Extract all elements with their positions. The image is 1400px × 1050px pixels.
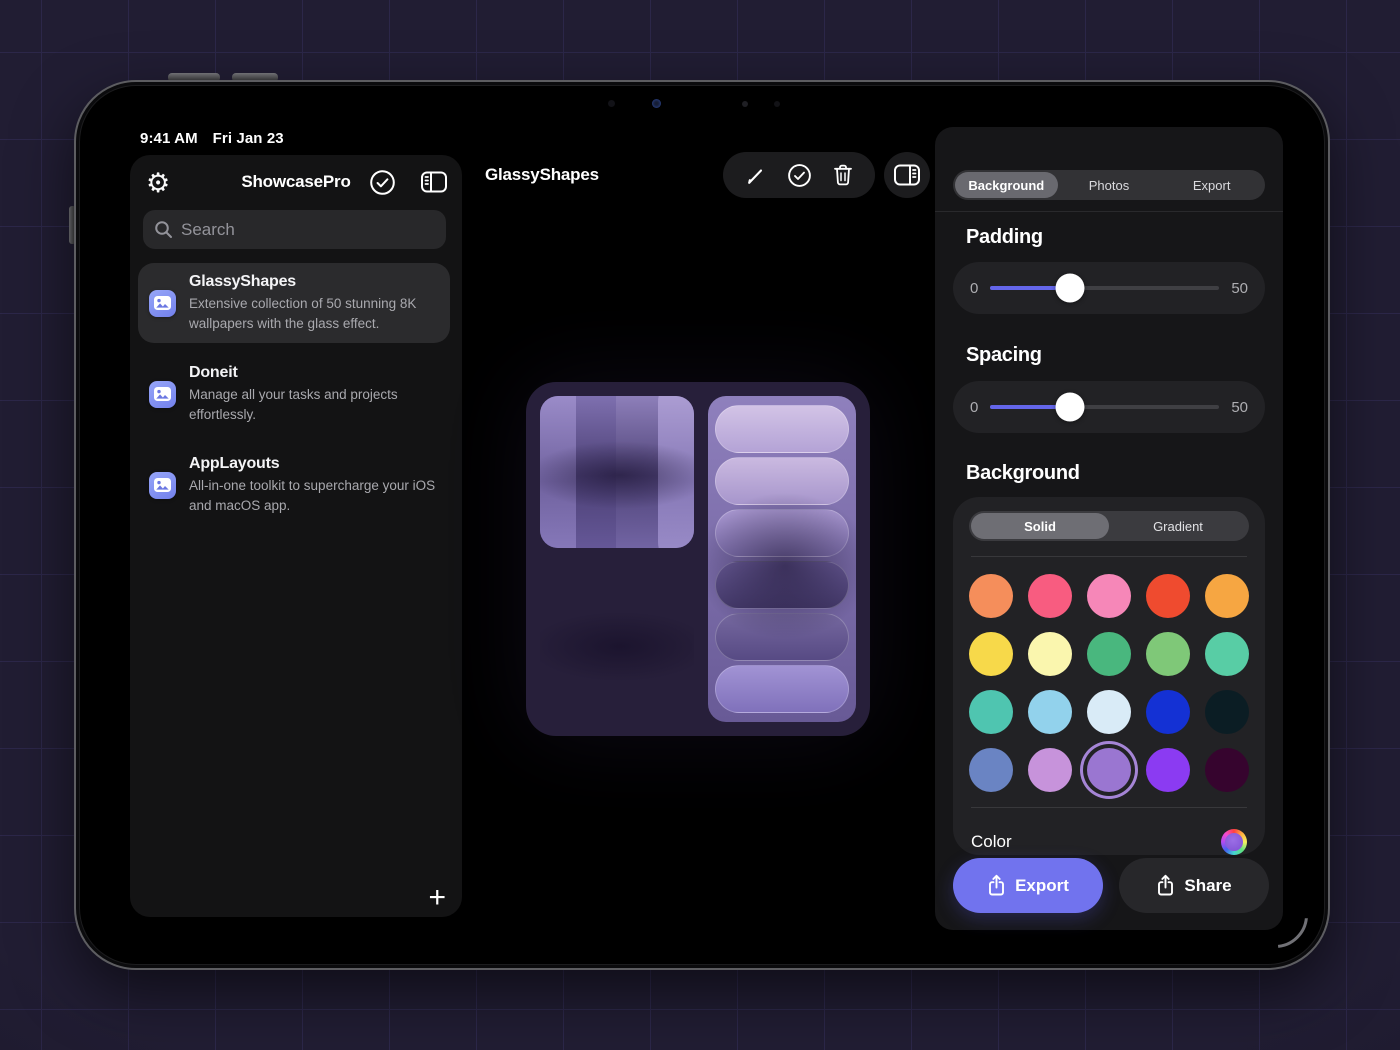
share-icon (987, 874, 1006, 897)
slider-min-label: 0 (970, 399, 978, 416)
edit-pencil-icon[interactable] (744, 164, 766, 186)
spacing-heading: Spacing (966, 344, 1042, 367)
color-swatch[interactable] (1087, 748, 1131, 792)
list-item-text: AppLayouts All-in-one toolkit to superch… (189, 455, 439, 515)
share-button-label: Share (1184, 876, 1231, 896)
preview-tile-top-left (540, 396, 694, 548)
add-item-button[interactable]: + (428, 883, 446, 913)
sidebar-toggle-icon[interactable] (420, 170, 448, 194)
fill-mode-segmented-control: Solid Gradient (969, 511, 1249, 541)
sidebar-right-icon (893, 163, 921, 187)
color-swatch[interactable] (1028, 690, 1072, 734)
tab-background[interactable]: Background (955, 172, 1058, 198)
app-title: ShowcasePro (130, 172, 462, 192)
preview-tile-bottom-left (540, 565, 694, 722)
export-button-label: Export (1015, 876, 1069, 896)
inspector-tabs: Background Photos Export (953, 170, 1265, 200)
color-swatch[interactable] (969, 748, 1013, 792)
spacing-slider-thumb[interactable] (1056, 393, 1085, 422)
list-item-text: Doneit Manage all your tasks and project… (189, 364, 439, 424)
color-swatch[interactable] (1146, 748, 1190, 792)
custom-color-row: Color (969, 829, 1249, 855)
search-icon (154, 220, 173, 239)
mode-gradient[interactable]: Gradient (1109, 513, 1247, 539)
divider (971, 807, 1247, 808)
sidebar-header: ⚙ ShowcasePro (130, 155, 462, 211)
check-circle-icon[interactable] (787, 163, 812, 188)
slider-max-label: 50 (1231, 280, 1248, 297)
app-image-icon (149, 472, 176, 499)
list-item-glassyshapes[interactable]: GlassyShapes Extensive collection of 50 … (138, 263, 450, 343)
list-item-title: Doneit (189, 364, 439, 382)
color-swatch[interactable] (1087, 574, 1131, 618)
status-bar-left: 9:41 AM Fri Jan 23 (140, 130, 284, 147)
color-swatch[interactable] (1205, 748, 1249, 792)
padding-slider-thumb[interactable] (1056, 274, 1085, 303)
app-image-icon (149, 290, 176, 317)
color-swatch[interactable] (969, 632, 1013, 676)
clock: 9:41 AM (140, 130, 198, 147)
list-item-title: GlassyShapes (189, 273, 439, 291)
divider (935, 211, 1283, 212)
color-swatch[interactable] (1087, 690, 1131, 734)
color-label: Color (971, 832, 1012, 852)
color-swatch[interactable] (969, 574, 1013, 618)
list-item-text: GlassyShapes Extensive collection of 50 … (189, 273, 439, 333)
inspector-panel: Background Photos Export Padding 0 50 Sp… (935, 127, 1283, 930)
color-swatch[interactable] (1146, 574, 1190, 618)
list-item-description: All-in-one toolkit to supercharge your i… (189, 476, 439, 515)
content-toolbar (723, 152, 875, 198)
tab-photos[interactable]: Photos (1058, 172, 1161, 198)
share-icon (1156, 874, 1175, 897)
spacing-slider-card: 0 50 (953, 381, 1265, 433)
share-button[interactable]: Share (1119, 858, 1269, 913)
sidebar: ⚙ ShowcasePro Search (130, 155, 462, 917)
color-swatch[interactable] (1205, 632, 1249, 676)
page-title: GlassyShapes (485, 165, 599, 185)
padding-slider-card: 0 50 (953, 262, 1265, 314)
inspector-toggle-button[interactable] (884, 152, 930, 198)
export-button[interactable]: Export (953, 858, 1103, 913)
color-swatch[interactable] (1028, 748, 1072, 792)
search-placeholder: Search (181, 220, 235, 240)
camera-sensor-icon (608, 100, 615, 107)
color-swatch[interactable] (1028, 574, 1072, 618)
color-swatch[interactable] (1146, 690, 1190, 734)
color-swatch[interactable] (1087, 632, 1131, 676)
wallpaper-preview[interactable] (526, 382, 870, 736)
list-item-doneit[interactable]: Doneit Manage all your tasks and project… (138, 354, 450, 434)
desk-background: 9:41 AM Fri Jan 23 100% ⚙ ShowcasePro (0, 0, 1400, 1050)
slider-min-label: 0 (970, 280, 978, 297)
slider-max-label: 50 (1231, 399, 1248, 416)
list-item-description: Extensive collection of 50 stunning 8K w… (189, 294, 439, 333)
app-image-icon (149, 381, 176, 408)
search-input[interactable]: Search (143, 210, 446, 249)
app-list: GlassyShapes Extensive collection of 50 … (138, 263, 450, 525)
color-swatch-grid (969, 574, 1249, 792)
list-item-applayouts[interactable]: AppLayouts All-in-one toolkit to superch… (138, 445, 450, 525)
divider (971, 556, 1247, 557)
camera-sensor-icon (742, 101, 748, 107)
color-swatch[interactable] (969, 690, 1013, 734)
list-item-description: Manage all your tasks and projects effor… (189, 385, 439, 424)
padding-slider[interactable] (990, 286, 1219, 290)
mode-solid[interactable]: Solid (971, 513, 1109, 539)
padding-heading: Padding (966, 226, 1043, 249)
front-camera-icon (652, 99, 661, 108)
preview-tile-right (708, 396, 856, 722)
date: Fri Jan 23 (213, 130, 284, 147)
tab-export[interactable]: Export (1160, 172, 1263, 198)
color-swatch[interactable] (1205, 574, 1249, 618)
color-swatch[interactable] (1028, 632, 1072, 676)
color-swatch[interactable] (1146, 632, 1190, 676)
background-card: Solid Gradient Color (953, 497, 1265, 855)
select-mode-icon[interactable] (369, 169, 396, 196)
color-wheel-icon[interactable] (1221, 829, 1247, 855)
background-heading: Background (966, 462, 1080, 485)
camera-sensor-icon (774, 101, 780, 107)
trash-icon[interactable] (832, 163, 854, 187)
list-item-title: AppLayouts (189, 455, 439, 473)
color-swatch[interactable] (1205, 690, 1249, 734)
spacing-slider[interactable] (990, 405, 1219, 409)
